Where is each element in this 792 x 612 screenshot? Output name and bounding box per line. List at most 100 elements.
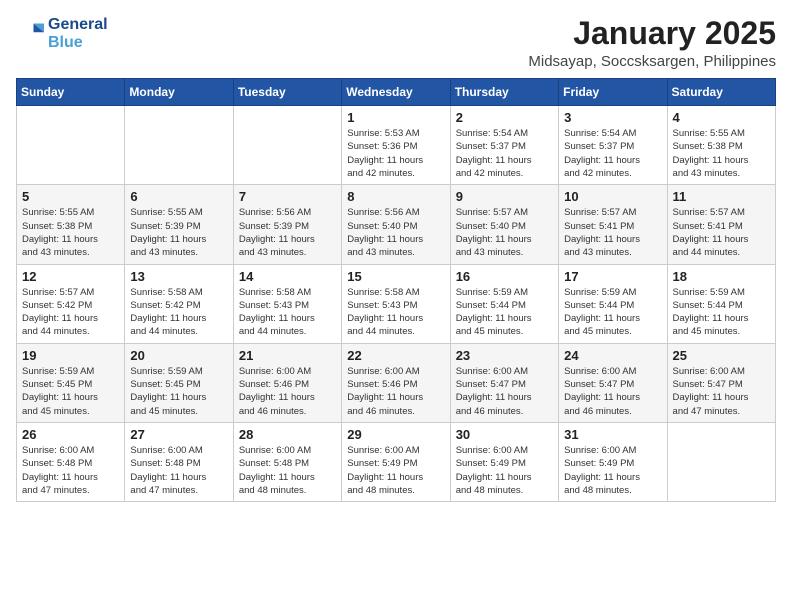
calendar-cell: 30Sunrise: 6:00 AM Sunset: 5:49 PM Dayli… bbox=[450, 422, 558, 501]
day-info: Sunrise: 5:57 AM Sunset: 5:40 PM Dayligh… bbox=[456, 206, 553, 259]
day-info: Sunrise: 5:54 AM Sunset: 5:37 PM Dayligh… bbox=[456, 127, 553, 180]
calendar-cell: 6Sunrise: 5:55 AM Sunset: 5:39 PM Daylig… bbox=[125, 185, 233, 264]
calendar-cell: 16Sunrise: 5:59 AM Sunset: 5:44 PM Dayli… bbox=[450, 264, 558, 343]
day-info: Sunrise: 5:58 AM Sunset: 5:43 PM Dayligh… bbox=[347, 286, 444, 339]
day-number: 8 bbox=[347, 189, 444, 204]
calendar-cell bbox=[125, 106, 233, 185]
calendar-cell: 28 Sunrise: 6:00 AM Sunset: 5:48 PM Dayli… bbox=[233, 422, 341, 501]
day-info: Sunrise: 6:00 AM Sunset: 5:47 PM Dayligh… bbox=[673, 365, 770, 418]
day-number: 21 bbox=[239, 348, 336, 363]
week-row-4: 19 Sunrise: 5:59 AM Sunset: 5:45 PM Dayli… bbox=[17, 343, 776, 422]
day-number: 31 bbox=[564, 427, 661, 442]
day-info: Sunrise: 6:00 AM Sunset: 5:49 PM Dayligh… bbox=[347, 444, 444, 497]
day-number: 27 bbox=[130, 427, 227, 442]
calendar-cell: 12 Sunrise: 5:57 AM Sunset: 5:42 PM Dayli… bbox=[17, 264, 125, 343]
calendar-cell: 21 Sunrise: 6:00 AM Sunset: 5:46 PM Dayli… bbox=[233, 343, 341, 422]
day-info: Sunrise: 5:53 AM Sunset: 5:36 PM Dayligh… bbox=[347, 127, 444, 180]
calendar-cell: 15 Sunrise: 5:58 AM Sunset: 5:43 PM Dayli… bbox=[342, 264, 450, 343]
header-day-tuesday: Tuesday bbox=[233, 79, 341, 106]
day-number: 19 bbox=[22, 348, 119, 363]
day-info: Sunrise: 5:59 AM Sunset: 5:45 PM Dayligh… bbox=[130, 365, 227, 418]
day-number: 22 bbox=[347, 348, 444, 363]
logo-text: General Blue bbox=[48, 16, 108, 51]
day-info: Sunrise: 5:59 AM Sunset: 5:44 PM Dayligh… bbox=[456, 286, 553, 339]
calendar-cell: 7Sunrise: 5:56 AM Sunset: 5:39 PM Daylig… bbox=[233, 185, 341, 264]
calendar-cell: 22 Sunrise: 6:00 AM Sunset: 5:46 PM Dayli… bbox=[342, 343, 450, 422]
day-number: 28 bbox=[239, 427, 336, 442]
day-number: 25 bbox=[673, 348, 770, 363]
day-info: Sunrise: 6:00 AM Sunset: 5:47 PM Dayligh… bbox=[564, 365, 661, 418]
header-day-sunday: Sunday bbox=[17, 79, 125, 106]
calendar-cell: 10 Sunrise: 5:57 AM Sunset: 5:41 PM Dayli… bbox=[559, 185, 667, 264]
calendar-cell bbox=[667, 422, 775, 501]
day-info: Sunrise: 6:00 AM Sunset: 5:46 PM Dayligh… bbox=[347, 365, 444, 418]
day-number: 11 bbox=[673, 189, 770, 204]
calendar-header: SundayMondayTuesdayWednesdayThursdayFrid… bbox=[17, 79, 776, 106]
header-day-friday: Friday bbox=[559, 79, 667, 106]
day-info: Sunrise: 5:57 AM Sunset: 5:41 PM Dayligh… bbox=[564, 206, 661, 259]
day-number: 29 bbox=[347, 427, 444, 442]
day-number: 30 bbox=[456, 427, 553, 442]
day-number: 9 bbox=[456, 189, 553, 204]
day-number: 23 bbox=[456, 348, 553, 363]
week-row-1: 1 Sunrise: 5:53 AM Sunset: 5:36 PM Daylig… bbox=[17, 106, 776, 185]
day-number: 24 bbox=[564, 348, 661, 363]
day-info: Sunrise: 6:00 AM Sunset: 5:48 PM Dayligh… bbox=[130, 444, 227, 497]
calendar-cell: 25 Sunrise: 6:00 AM Sunset: 5:47 PM Dayli… bbox=[667, 343, 775, 422]
header-day-saturday: Saturday bbox=[667, 79, 775, 106]
day-number: 14 bbox=[239, 269, 336, 284]
day-number: 10 bbox=[564, 189, 661, 204]
calendar-body: 1 Sunrise: 5:53 AM Sunset: 5:36 PM Daylig… bbox=[17, 106, 776, 502]
calendar-cell: 23 Sunrise: 6:00 AM Sunset: 5:47 PM Dayli… bbox=[450, 343, 558, 422]
calendar-cell: 17Sunrise: 5:59 AM Sunset: 5:44 PM Dayli… bbox=[559, 264, 667, 343]
day-number: 1 bbox=[347, 110, 444, 125]
day-info: Sunrise: 5:59 AM Sunset: 5:44 PM Dayligh… bbox=[564, 286, 661, 339]
day-info: Sunrise: 5:57 AM Sunset: 5:41 PM Dayligh… bbox=[673, 206, 770, 259]
calendar-cell: 13 Sunrise: 5:58 AM Sunset: 5:42 PM Dayli… bbox=[125, 264, 233, 343]
logo-icon bbox=[16, 20, 44, 48]
day-info: Sunrise: 6:00 AM Sunset: 5:46 PM Dayligh… bbox=[239, 365, 336, 418]
day-number: 4 bbox=[673, 110, 770, 125]
calendar-cell: 3 Sunrise: 5:54 AM Sunset: 5:37 PM Daylig… bbox=[559, 106, 667, 185]
logo: General Blue bbox=[16, 16, 108, 51]
calendar-cell bbox=[17, 106, 125, 185]
calendar-cell: 1 Sunrise: 5:53 AM Sunset: 5:36 PM Daylig… bbox=[342, 106, 450, 185]
day-number: 15 bbox=[347, 269, 444, 284]
day-number: 13 bbox=[130, 269, 227, 284]
calendar-cell: 18 Sunrise: 5:59 AM Sunset: 5:44 PM Dayli… bbox=[667, 264, 775, 343]
calendar-cell: 11 Sunrise: 5:57 AM Sunset: 5:41 PM Dayli… bbox=[667, 185, 775, 264]
day-number: 18 bbox=[673, 269, 770, 284]
day-info: Sunrise: 5:54 AM Sunset: 5:37 PM Dayligh… bbox=[564, 127, 661, 180]
calendar-cell: 5Sunrise: 5:55 AM Sunset: 5:38 PM Daylig… bbox=[17, 185, 125, 264]
title-block: January 2025 Midsayap, Soccsksargen, Phi… bbox=[528, 16, 776, 70]
day-info: Sunrise: 5:59 AM Sunset: 5:44 PM Dayligh… bbox=[673, 286, 770, 339]
calendar-cell: 26Sunrise: 6:00 AM Sunset: 5:48 PM Dayli… bbox=[17, 422, 125, 501]
day-info: Sunrise: 5:57 AM Sunset: 5:42 PM Dayligh… bbox=[22, 286, 119, 339]
subtitle: Midsayap, Soccsksargen, Philippines bbox=[528, 53, 776, 70]
day-info: Sunrise: 5:56 AM Sunset: 5:40 PM Dayligh… bbox=[347, 206, 444, 259]
header-row: SundayMondayTuesdayWednesdayThursdayFrid… bbox=[17, 79, 776, 106]
day-number: 7 bbox=[239, 189, 336, 204]
week-row-5: 26 Sunrise: 6:00 AM Sunset: 5:48 PM Dayli… bbox=[17, 422, 776, 501]
calendar-cell: 4Sunrise: 5:55 AM Sunset: 5:38 PM Daylig… bbox=[667, 106, 775, 185]
day-info: Sunrise: 6:00 AM Sunset: 5:48 PM Dayligh… bbox=[239, 444, 336, 497]
calendar-cell: 31 Sunrise: 6:00 AM Sunset: 5:49 PM Dayli… bbox=[559, 422, 667, 501]
calendar-cell bbox=[233, 106, 341, 185]
calendar-table: SundayMondayTuesdayWednesdayThursdayFrid… bbox=[16, 78, 776, 502]
day-number: 5 bbox=[22, 189, 119, 204]
day-number: 26 bbox=[22, 427, 119, 442]
day-info: Sunrise: 6:00 AM Sunset: 5:47 PM Dayligh… bbox=[456, 365, 553, 418]
calendar-cell: 24 Sunrise: 6:00 AM Sunset: 5:47 PM Dayli… bbox=[559, 343, 667, 422]
day-number: 6 bbox=[130, 189, 227, 204]
week-row-2: 5Sunrise: 5:55 AM Sunset: 5:38 PM Daylig… bbox=[17, 185, 776, 264]
day-number: 3 bbox=[564, 110, 661, 125]
day-number: 20 bbox=[130, 348, 227, 363]
day-info: Sunrise: 5:59 AM Sunset: 5:45 PM Dayligh… bbox=[22, 365, 119, 418]
day-number: 12 bbox=[22, 269, 119, 284]
main-title: January 2025 bbox=[528, 16, 776, 51]
day-info: Sunrise: 5:58 AM Sunset: 5:42 PM Dayligh… bbox=[130, 286, 227, 339]
calendar-cell: 2Sunrise: 5:54 AM Sunset: 5:37 PM Daylig… bbox=[450, 106, 558, 185]
calendar-cell: 29 Sunrise: 6:00 AM Sunset: 5:49 PM Dayli… bbox=[342, 422, 450, 501]
day-info: Sunrise: 6:00 AM Sunset: 5:49 PM Dayligh… bbox=[564, 444, 661, 497]
header-day-monday: Monday bbox=[125, 79, 233, 106]
